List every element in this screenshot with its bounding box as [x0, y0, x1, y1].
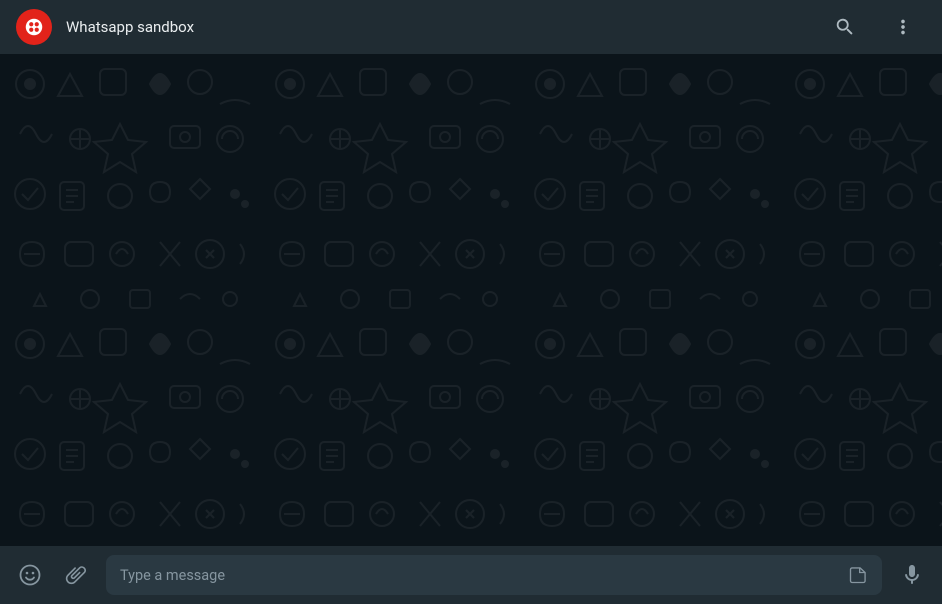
message-input-container — [106, 555, 882, 595]
attach-icon — [64, 563, 88, 587]
twilio-logo-icon — [23, 16, 45, 38]
microphone-button[interactable] — [896, 559, 928, 591]
chat-background-pattern — [0, 54, 942, 546]
header-actions — [830, 12, 926, 42]
contact-avatar[interactable] — [16, 9, 52, 45]
emoji-icon — [18, 563, 42, 587]
emoji-button[interactable] — [14, 559, 46, 591]
menu-button[interactable] — [888, 12, 918, 42]
microphone-icon — [900, 563, 924, 587]
chat-messages-area[interactable] — [0, 54, 942, 546]
message-input[interactable] — [120, 567, 838, 584]
sticker-icon — [848, 565, 868, 585]
more-vertical-icon — [892, 16, 914, 38]
sticker-button[interactable] — [848, 565, 868, 585]
chat-title[interactable]: Whatsapp sandbox — [66, 18, 816, 36]
search-button[interactable] — [830, 12, 860, 42]
attach-button[interactable] — [60, 559, 92, 591]
search-icon — [834, 16, 856, 38]
chat-header: Whatsapp sandbox — [0, 0, 942, 54]
message-composer — [0, 546, 942, 604]
